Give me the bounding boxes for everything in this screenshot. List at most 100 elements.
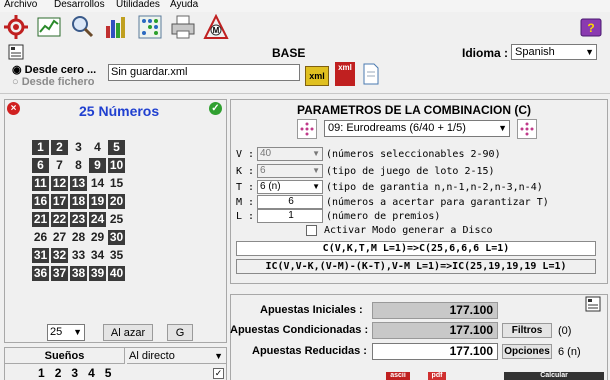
radio-desde-fichero[interactable]: ○ Desde fichero (12, 76, 94, 88)
number-cell[interactable]: 31 (32, 248, 49, 263)
number-cell[interactable]: 12 (51, 176, 68, 191)
number-cell[interactable]: 3 (70, 140, 87, 155)
bar-chart-icon[interactable] (103, 14, 129, 40)
param-value: 1 (288, 210, 294, 221)
number-cell[interactable]: 7 (51, 158, 68, 173)
number-cell[interactable]: 4 (89, 140, 106, 155)
param-field-t[interactable]: 6 (n) ▼ (257, 180, 323, 194)
number-cell[interactable]: 5 (108, 140, 125, 155)
menu-archivo[interactable]: Archivo (4, 0, 37, 10)
save-xml-icon[interactable]: xml (335, 62, 355, 86)
random-button[interactable]: Al azar (103, 324, 153, 341)
menu-utilidades[interactable]: Utilidades (116, 0, 160, 10)
dream-number[interactable]: 4 (88, 366, 95, 380)
calculate-button[interactable]: Calcular (504, 372, 604, 380)
count-select-value: 25 (50, 326, 63, 338)
number-cell[interactable]: 37 (51, 266, 68, 281)
radio-desde-fichero-label: Desde fichero (21, 76, 95, 88)
formula-ic: IC(V,V-K,(V-M)-(K-T),V-M L=1)=>IC(25,19,… (236, 259, 596, 274)
number-cell[interactable]: 8 (70, 158, 87, 173)
file-name-field[interactable]: Sin guardar.xml (108, 64, 300, 81)
dreams-mode-select[interactable]: Al directo ▼ (127, 348, 226, 364)
number-cell[interactable]: 17 (51, 194, 68, 209)
radio-selected-icon: ◉ (12, 64, 22, 76)
clear-icon[interactable]: × (7, 102, 20, 115)
number-cell[interactable]: 23 (70, 212, 87, 227)
number-cell[interactable]: 19 (89, 194, 106, 209)
number-cell[interactable]: 36 (32, 266, 49, 281)
number-cell[interactable]: 40 (108, 266, 125, 281)
chevron-down-icon: ▼ (312, 149, 320, 158)
number-cell[interactable]: 13 (70, 176, 87, 191)
help-book-icon[interactable]: ? (578, 14, 604, 40)
number-cell[interactable]: 21 (32, 212, 49, 227)
number-cell[interactable]: 20 (108, 194, 125, 209)
dream-number[interactable]: 5 (105, 366, 112, 380)
number-cell[interactable]: 39 (89, 266, 106, 281)
number-cell[interactable]: 10 (108, 158, 125, 173)
number-cell[interactable]: 27 (51, 230, 68, 245)
param-field-m[interactable]: 6 (257, 195, 323, 209)
number-cell[interactable]: 6 (32, 158, 49, 173)
settings-icon[interactable] (3, 14, 29, 40)
dream-number[interactable]: 3 (71, 366, 78, 380)
logo-icon[interactable]: M (203, 14, 229, 40)
toolbar: M ? (0, 12, 610, 42)
number-cell[interactable]: 1 (32, 140, 49, 155)
param-key: M : (236, 197, 255, 208)
radio-desde-cero[interactable]: ◉ Desde cero ... (12, 63, 96, 76)
matrix-icon[interactable] (137, 14, 163, 40)
dream-number[interactable]: 1 (38, 366, 45, 380)
options-button[interactable]: Opciones (502, 344, 552, 359)
number-cell[interactable]: 11 (32, 176, 49, 191)
number-cell[interactable]: 29 (89, 230, 106, 245)
number-cell[interactable]: 9 (89, 158, 106, 173)
confirm-icon[interactable]: ✓ (209, 102, 222, 115)
filters-button[interactable]: Filtros (502, 323, 552, 338)
number-cell[interactable]: 28 (70, 230, 87, 245)
disk-mode-checkbox[interactable] (306, 225, 317, 236)
param-key: K : (236, 166, 255, 177)
param-field-k[interactable]: 6 ▼ (257, 164, 323, 178)
count-select[interactable]: 25 ▼ (47, 324, 85, 341)
number-cell[interactable]: 22 (51, 212, 68, 227)
number-cell[interactable]: 30 (108, 230, 125, 245)
number-cell[interactable]: 24 (89, 212, 106, 227)
number-cell[interactable]: 2 (51, 140, 68, 155)
number-cell[interactable]: 38 (70, 266, 87, 281)
menu-desarrollos[interactable]: Desarrollos (54, 0, 105, 10)
number-cell[interactable]: 34 (89, 248, 106, 263)
game-select[interactable]: 09: Eurodreams (6/40 + 1/5) ▼ (324, 120, 510, 137)
search-icon[interactable] (69, 14, 95, 40)
pdf-export-icon[interactable]: pdf (428, 372, 446, 380)
chevron-down-icon: ▼ (498, 123, 507, 133)
param-value: 6 (288, 196, 294, 207)
idioma-select[interactable]: Spanish ▼ (511, 44, 597, 60)
number-cell[interactable]: 25 (108, 212, 125, 227)
game-select-value: 09: Eurodreams (6/40 + 1/5) (328, 122, 466, 134)
number-cell[interactable]: 32 (51, 248, 68, 263)
chart-icon[interactable] (36, 14, 62, 40)
game-icon-right[interactable] (517, 119, 537, 139)
open-xml-icon[interactable]: xml (305, 66, 329, 86)
params-title: PARAMETROS DE LA COMBINACION (C) (297, 103, 531, 117)
number-cell[interactable]: 26 (32, 230, 49, 245)
number-cell[interactable]: 16 (32, 194, 49, 209)
number-cell[interactable]: 35 (108, 248, 125, 263)
dreams-checkbox[interactable]: ✓ (213, 368, 224, 379)
document-icon[interactable] (585, 296, 601, 312)
number-cell[interactable]: 14 (89, 176, 106, 191)
game-icon-left[interactable] (297, 119, 317, 139)
number-cell[interactable]: 18 (70, 194, 87, 209)
param-field-l[interactable]: 1 (257, 209, 323, 223)
g-button[interactable]: G (167, 324, 193, 341)
number-cell[interactable]: 33 (70, 248, 87, 263)
chevron-down-icon: ▼ (214, 351, 223, 361)
ascii-export-icon[interactable]: ascii (386, 372, 410, 380)
param-field-v[interactable]: 40 ▼ (257, 147, 323, 161)
printer-icon[interactable] (170, 14, 196, 40)
new-file-icon[interactable] (362, 63, 380, 85)
dream-number[interactable]: 2 (55, 366, 62, 380)
number-cell[interactable]: 15 (108, 176, 125, 191)
menu-ayuda[interactable]: Ayuda (170, 0, 198, 10)
